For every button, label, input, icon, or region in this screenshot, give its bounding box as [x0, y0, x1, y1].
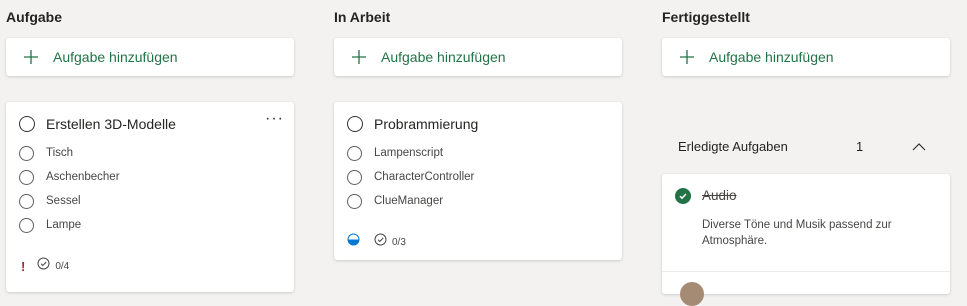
plus-icon — [23, 49, 39, 65]
checklist-checkbox[interactable] — [19, 217, 34, 233]
add-task-button[interactable]: Aufgabe hinzufügen — [6, 38, 294, 76]
checklist-count: 0/4 — [55, 260, 70, 272]
card-header: Probrammierung — [334, 102, 622, 146]
checklist-checkbox[interactable] — [19, 169, 34, 185]
checklist-item-label: CharacterController — [374, 171, 475, 183]
column-title: Aufgabe — [6, 9, 62, 25]
more-options-icon[interactable]: ··· — [265, 111, 284, 127]
priority-important-icon: ! — [21, 258, 26, 274]
checklist-item-label: Sessel — [46, 195, 81, 207]
task-title: Probrammierung — [374, 116, 479, 132]
column-fertiggestellt: Fertiggestellt Aufgabe hinzufügen Erledi… — [662, 0, 950, 306]
chevron-up-icon[interactable] — [912, 139, 926, 157]
column-in-arbeit: In Arbeit Aufgabe hinzufügen Probrammier… — [334, 0, 622, 284]
column-title: Fertiggestellt — [662, 9, 750, 25]
completed-tasks-toggle[interactable]: Erledigte Aufgaben 1 — [662, 128, 950, 164]
card-footer: 0/3 — [347, 233, 406, 251]
task-title: Audio — [702, 188, 737, 203]
add-task-button[interactable]: Aufgabe hinzufügen — [334, 38, 622, 76]
add-task-button[interactable]: Aufgabe hinzufügen — [662, 38, 950, 76]
task-card[interactable]: Erstellen 3D-Modelle ··· Tisch Aschenbec… — [6, 102, 294, 292]
column-aufgabe: Aufgabe Aufgabe hinzufügen Erstellen 3D-… — [6, 0, 294, 292]
checklist-checkbox[interactable] — [19, 145, 34, 161]
add-task-label: Aufgabe hinzufügen — [53, 49, 178, 65]
add-task-label: Aufgabe hinzufügen — [381, 49, 506, 65]
checklist-item: Sessel — [19, 192, 81, 210]
checklist-checkbox[interactable] — [347, 169, 362, 185]
card-footer: ! 0/4 — [19, 257, 70, 275]
plus-icon — [679, 49, 695, 65]
completed-task-card[interactable]: Audio Diverse Töne und Musik passend zur… — [662, 174, 950, 306]
checklist-icon — [37, 257, 50, 275]
checklist-item: Aschenbecher — [19, 168, 120, 186]
checklist-item: CharacterController — [347, 168, 474, 186]
completed-checkmark-icon[interactable] — [675, 188, 691, 204]
plus-icon — [351, 49, 367, 65]
complete-task-checkbox[interactable] — [347, 116, 363, 132]
completed-tasks-label: Erledigte Aufgaben — [678, 138, 788, 154]
checklist-item: Lampe — [19, 216, 81, 234]
task-title: Erstellen 3D-Modelle — [46, 116, 176, 132]
checklist-item-label: ClueManager — [374, 195, 444, 207]
completed-tasks-count: 1 — [856, 138, 864, 154]
checklist-checkbox[interactable] — [19, 193, 34, 209]
checklist-checkbox[interactable] — [347, 145, 362, 161]
checklist-count: 0/3 — [392, 236, 406, 248]
add-task-label: Aufgabe hinzufügen — [709, 49, 834, 65]
column-title: In Arbeit — [334, 9, 391, 25]
checklist-item-label: Lampenscript — [374, 147, 444, 159]
checklist-item-label: Tisch — [46, 147, 74, 159]
divider — [662, 271, 950, 272]
task-description: Diverse Töne und Musik passend zur Atmos… — [702, 219, 892, 247]
half-circle-progress-icon — [347, 233, 360, 251]
task-card[interactable]: Probrammierung Lampenscript CharacterCon… — [334, 102, 622, 260]
checklist-item-label: Lampe — [46, 219, 82, 231]
avatar[interactable] — [680, 282, 704, 306]
checklist-item: ClueManager — [347, 192, 443, 210]
card-header: Erstellen 3D-Modelle ··· — [6, 102, 294, 146]
checklist-item: Lampenscript — [347, 144, 443, 162]
checklist-item-label: Aschenbecher — [46, 171, 120, 183]
checklist-item: Tisch — [19, 144, 73, 162]
checklist-checkbox[interactable] — [347, 193, 362, 209]
complete-task-checkbox[interactable] — [19, 116, 35, 132]
checklist-icon — [374, 233, 387, 251]
